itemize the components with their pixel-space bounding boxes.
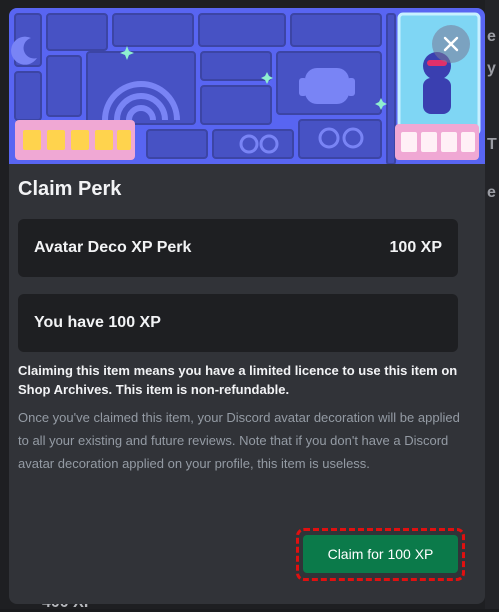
xp-balance-text: You have 100 XP [34, 314, 161, 331]
close-button[interactable] [432, 25, 470, 63]
licence-notice: Claiming this item means you have a limi… [18, 363, 458, 397]
background-text-fragment: y [487, 60, 496, 77]
perk-description: Once you've claimed this item, your Disc… [18, 410, 460, 471]
perk-cost: 100 XP [389, 239, 442, 256]
background-text-fragment: T [487, 136, 497, 153]
claim-button[interactable]: Claim for 100 XP [303, 535, 458, 573]
modal-title: Claim Perk [18, 178, 122, 200]
perk-banner-illustration [9, 8, 485, 164]
background-right-column [485, 0, 499, 609]
background-text-fragment: e [487, 28, 496, 45]
close-icon [443, 36, 459, 52]
perk-name: Avatar Deco XP Perk [34, 239, 192, 256]
perk-summary-row: Avatar Deco XP Perk 100 XP [18, 219, 458, 277]
xp-balance-row: You have 100 XP [18, 294, 458, 352]
background-text-fragment: e [487, 184, 496, 201]
